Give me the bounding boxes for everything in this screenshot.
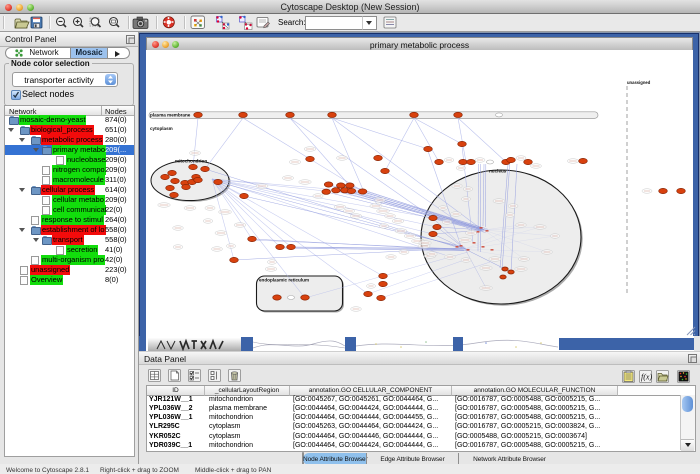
svg-text:nucleus: nucleus [489, 169, 507, 174]
svg-text:cytoplasm: cytoplasm [150, 126, 173, 131]
svg-text:endoplasmic reticulum: endoplasmic reticulum [259, 278, 309, 283]
svg-text:unassigned: unassigned [627, 80, 651, 85]
svg-text:f(x): f(x) [641, 373, 652, 382]
svg-text:mitochondrion: mitochondrion [175, 159, 207, 164]
svg-text:plasma membrane: plasma membrane [150, 113, 191, 118]
